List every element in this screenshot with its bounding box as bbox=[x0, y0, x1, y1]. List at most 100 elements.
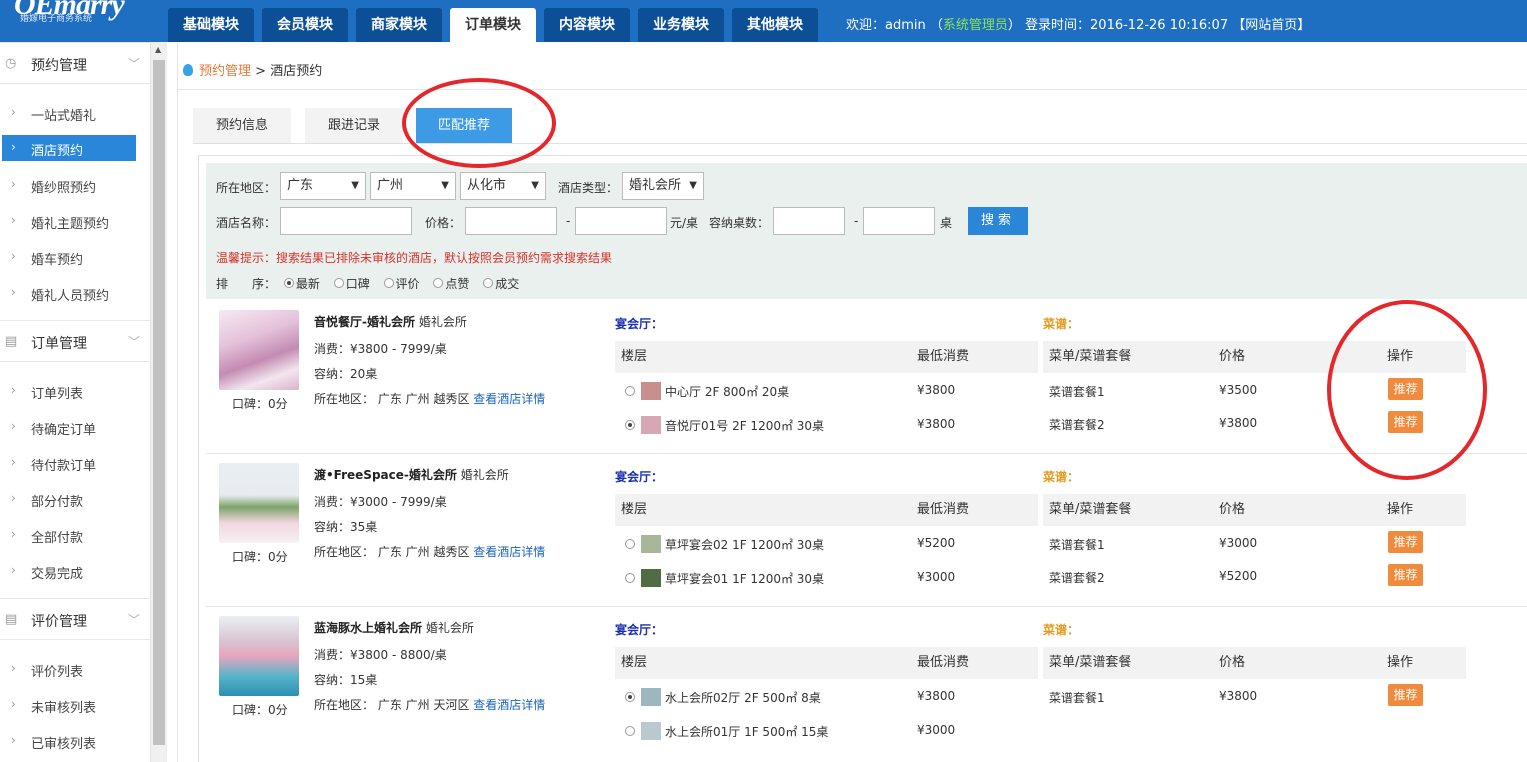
hall-radio[interactable] bbox=[625, 420, 635, 430]
scrollbar-thumb[interactable] bbox=[153, 60, 165, 745]
hotel-photo[interactable] bbox=[219, 310, 299, 390]
sidebar-item-wedding-staff[interactable]: › 婚礼人员预约 bbox=[0, 280, 151, 306]
col-min-spend: 最低消费 bbox=[911, 341, 1038, 373]
menu-name: 菜谱套餐2 bbox=[1049, 418, 1105, 432]
sort-radio-newest[interactable] bbox=[283, 278, 294, 288]
nav-tab-basic[interactable]: 基础模块 bbox=[168, 8, 254, 42]
sidebar-item-hotel-booking[interactable]: › 酒店预约 bbox=[2, 135, 136, 161]
annotation-circle bbox=[1327, 300, 1487, 480]
hotel-capacity: 容纳：20桌 bbox=[314, 367, 378, 381]
hall-radio[interactable] bbox=[625, 692, 635, 702]
price-unit: 元/桌 bbox=[670, 216, 699, 230]
hotel-details-link[interactable]: 查看酒店详情 bbox=[473, 545, 545, 559]
menu-price: ¥3500 bbox=[1219, 383, 1258, 397]
hall-radio[interactable] bbox=[625, 539, 635, 549]
hotel-rating: 口碑：0分 bbox=[232, 397, 288, 411]
divider bbox=[178, 89, 1527, 90]
recommend-button[interactable]: 推荐 bbox=[1388, 531, 1423, 553]
chevron-down-icon: ﹀ bbox=[128, 57, 141, 71]
hall-row: 音悦厅01号 2F 1200㎡ 30桌 bbox=[615, 416, 824, 434]
hotel-type-label: 酒店类型： bbox=[558, 181, 619, 195]
price-max-input[interactable] bbox=[575, 207, 667, 235]
hotel-rating: 口碑：0分 bbox=[232, 550, 288, 564]
menu-name: 菜谱套餐1 bbox=[1049, 538, 1105, 552]
sidebar-item-wedding-theme[interactable]: › 婚礼主题预约 bbox=[0, 208, 151, 234]
hotel-spend: 消费：¥3800 - 7999/桌 bbox=[314, 342, 447, 356]
sort-radio-likes[interactable] bbox=[433, 278, 444, 288]
chevron-right-icon: › bbox=[11, 733, 16, 747]
dropdown-arrow-icon: ▼ bbox=[689, 180, 697, 191]
sidebar-item-wedding-photo[interactable]: › 婚纱照预约 bbox=[0, 172, 151, 198]
sidebar-scrollbar[interactable]: ▲ bbox=[151, 42, 167, 762]
sidebar-item-one-stop-wedding[interactable]: › 一站式婚礼 bbox=[0, 100, 151, 126]
sort-radio-reviews[interactable] bbox=[383, 278, 394, 288]
menu-title: 菜谱： bbox=[1043, 470, 1080, 484]
hotel-details-link[interactable]: 查看酒店详情 bbox=[473, 392, 545, 406]
sidebar-item-partial-paid[interactable]: › 部分付款 bbox=[0, 486, 151, 512]
sidebar-item-review-list[interactable]: › 评价列表 bbox=[0, 656, 151, 682]
hall-radio[interactable] bbox=[625, 573, 635, 583]
sidebar-item-order-list[interactable]: › 订单列表 bbox=[0, 378, 151, 404]
sidebar-section-reviews[interactable]: ▤ 评价管理 ﹀ bbox=[0, 598, 151, 640]
nav-tab-other[interactable]: 其他模块 bbox=[732, 8, 818, 42]
chevron-right-icon: › bbox=[11, 491, 16, 505]
nav-tab-business[interactable]: 业务模块 bbox=[638, 8, 724, 42]
nav-tab-members[interactable]: 会员模块 bbox=[262, 8, 348, 42]
sidebar-section-bookings[interactable]: ◷ 预约管理 ﹀ bbox=[0, 42, 151, 84]
sidebar-item-fully-paid[interactable]: › 全部付款 bbox=[0, 522, 151, 548]
sidebar-item-unreviewed[interactable]: › 未审核列表 bbox=[0, 692, 151, 718]
sidebar-item-reviewed[interactable]: › 已审核列表 bbox=[0, 728, 151, 754]
search-button[interactable]: 搜索 bbox=[968, 207, 1028, 235]
scroll-up-icon[interactable]: ▲ bbox=[155, 45, 161, 54]
welcome-text: 欢迎：admin （系统管理员） 登录时间：2016-12-26 10:16:0… bbox=[846, 18, 1311, 33]
hotel-card: 口碑：0分 蓝海豚水上婚礼会所 婚礼会所 消费：¥3800 - 8800/桌 容… bbox=[206, 607, 1527, 760]
breadcrumb-parent[interactable]: 预约管理 bbox=[199, 64, 251, 79]
price-min-input[interactable] bbox=[465, 207, 557, 235]
hotel-rating: 口碑：0分 bbox=[232, 703, 288, 717]
hotel-photo[interactable] bbox=[219, 616, 299, 696]
hall-radio[interactable] bbox=[625, 386, 635, 396]
dropdown-arrow-icon: ▼ bbox=[351, 180, 359, 191]
dropdown-arrow-icon: ▼ bbox=[441, 180, 449, 191]
hotel-region: 所在地区： 广东 广州 天河区 查看酒店详情 bbox=[314, 698, 546, 712]
tables-min-input[interactable] bbox=[773, 207, 845, 235]
hotel-name-input[interactable] bbox=[280, 207, 412, 235]
hotel-photo[interactable] bbox=[219, 463, 299, 543]
hotel-card: 口碑：0分 渡•FreeSpace-婚礼会所 婚礼会所 消费：¥3000 - 7… bbox=[206, 454, 1527, 607]
sidebar-item-completed[interactable]: › 交易完成 bbox=[0, 558, 151, 584]
recommend-button[interactable]: 推荐 bbox=[1388, 684, 1423, 706]
lightbulb-icon bbox=[183, 64, 193, 76]
sidebar-section-orders[interactable]: ▤ 订单管理 ﹀ bbox=[0, 320, 151, 362]
tab-follow-up[interactable]: 跟进记录 bbox=[305, 108, 403, 143]
tables-max-input[interactable] bbox=[863, 207, 935, 235]
hotel-details-link[interactable]: 查看酒店详情 bbox=[473, 698, 545, 712]
hall-thumbnail bbox=[641, 569, 661, 587]
breadcrumb-current: 酒店预约 bbox=[270, 64, 323, 79]
col-price: 价格 bbox=[1213, 647, 1381, 679]
sidebar-item-pending-payment[interactable]: › 待付款订单 bbox=[0, 450, 151, 476]
clipboard-icon: ▤ bbox=[5, 334, 18, 349]
nav-tab-content[interactable]: 内容模块 bbox=[544, 8, 630, 42]
menu-title: 菜谱： bbox=[1043, 317, 1080, 331]
recommend-button[interactable]: 推荐 bbox=[1388, 564, 1423, 586]
nav-tab-merchants[interactable]: 商家模块 bbox=[356, 8, 442, 42]
tab-booking-info[interactable]: 预约信息 bbox=[193, 108, 291, 143]
hall-row: 水上会所02厅 2F 500㎡ 8桌 bbox=[615, 688, 821, 706]
search-tip: 温馨提示：搜索结果已排除未审核的酒店，默认按照会员预约需求搜索结果 bbox=[216, 251, 613, 265]
district-select[interactable]: 从化市 ▼ bbox=[460, 172, 546, 200]
sort-radio-deals[interactable] bbox=[483, 278, 494, 288]
hall-thumbnail bbox=[641, 535, 661, 553]
nav-tab-orders[interactable]: 订单模块 bbox=[450, 8, 536, 42]
sidebar-item-pending-confirm[interactable]: › 待确定订单 bbox=[0, 414, 151, 440]
col-price: 价格 bbox=[1213, 494, 1381, 526]
chevron-right-icon: › bbox=[11, 697, 16, 711]
top-nav-bar: OEmarry 婚嫁电子商务系统 基础模块 会员模块 商家模块 订单模块 内容模… bbox=[0, 0, 1527, 42]
hotel-spend: 消费：¥3800 - 8800/桌 bbox=[314, 648, 447, 662]
sort-radio-reputation[interactable] bbox=[333, 278, 344, 288]
city-select[interactable]: 广州 ▼ bbox=[370, 172, 456, 200]
province-select[interactable]: 广东 ▼ bbox=[280, 172, 366, 200]
sidebar-item-wedding-car[interactable]: › 婚车预约 bbox=[0, 244, 151, 270]
hotel-type-select[interactable]: 婚礼会所 ▼ bbox=[622, 172, 704, 200]
col-action: 操作 bbox=[1381, 494, 1466, 526]
hall-radio[interactable] bbox=[625, 726, 635, 736]
